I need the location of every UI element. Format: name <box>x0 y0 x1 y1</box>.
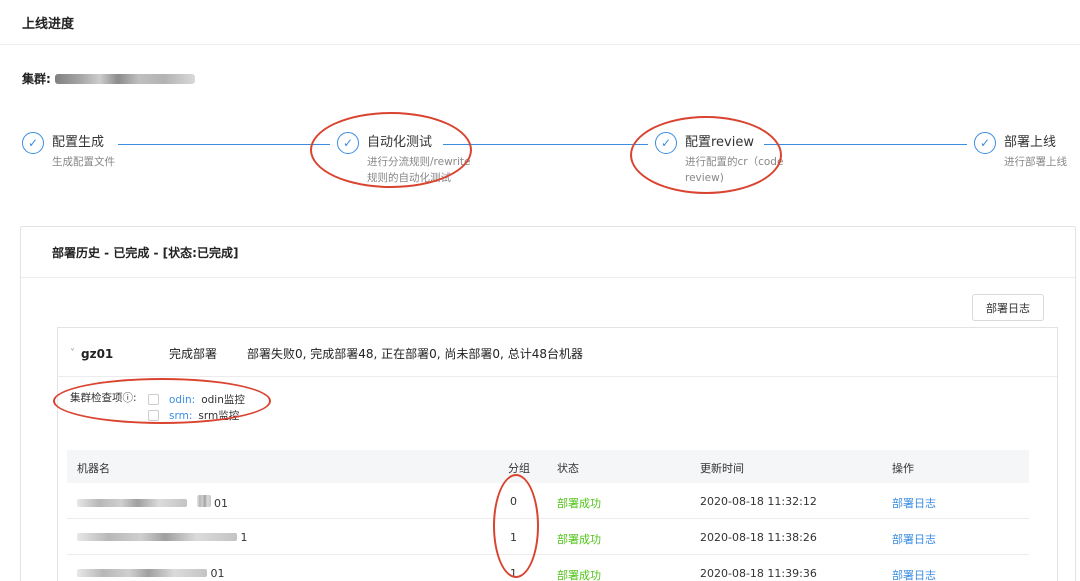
cluster-line: 集群: <box>22 70 195 87</box>
machine-name-tail: 01 <box>214 497 228 510</box>
machine-name: 01 <box>77 495 228 510</box>
step-config-generate: ✓ 配置生成 生成配置文件 <box>22 132 115 170</box>
check-item-srm: srm: srm监控 <box>148 408 239 423</box>
step-desc: 进行分流规则/rewrite <box>367 156 471 168</box>
panel-divider <box>21 277 1075 278</box>
step-desc: 进行部署上线 <box>1004 156 1067 168</box>
check-icon: ✓ <box>22 132 44 154</box>
machine-name-tail: 1 <box>240 531 248 544</box>
group-header[interactable]: ˅ gz01 完成部署 部署失败0, 完成部署48, 正在部署0, 尚未部署0,… <box>70 345 583 362</box>
step-desc: review) <box>685 172 724 184</box>
row-log-link[interactable]: 部署日志 <box>892 567 936 581</box>
check-item-odin: odin: odin监控 <box>148 392 245 407</box>
panel-title: 部署历史 - 已完成 - [状态:已完成] <box>52 246 239 260</box>
check-key[interactable]: odin: <box>169 394 195 406</box>
deploy-log-button[interactable]: 部署日志 <box>972 294 1044 321</box>
row-status: 部署成功 <box>557 569 601 581</box>
machine-name-redacted <box>77 499 187 507</box>
row-log-link[interactable]: 部署日志 <box>892 531 936 547</box>
row-time: 2020-08-18 11:38:26 <box>700 531 817 544</box>
step-connector <box>118 144 330 145</box>
col-status: 状态 <box>557 462 579 475</box>
step-desc: 生成配置文件 <box>52 156 115 168</box>
title-divider <box>0 44 1080 45</box>
row-group: 1 <box>510 567 517 580</box>
row-group: 1 <box>510 531 517 544</box>
step-title: 配置生成 <box>52 135 105 150</box>
row-status: 部署成功 <box>557 497 601 510</box>
group-summary: 部署失败0, 完成部署48, 正在部署0, 尚未部署0, 总计48台机器 <box>247 347 583 361</box>
step-title: 配置review <box>685 135 754 150</box>
checkbox[interactable] <box>148 410 159 421</box>
row-status: 部署成功 <box>557 533 601 546</box>
check-icon: ✓ <box>337 132 359 154</box>
step-desc: 规则的自动化测试 <box>367 172 451 184</box>
check-icon: ✓ <box>974 132 996 154</box>
step-auto-test: ✓ 自动化测试 进行分流规则/rewrite 规则的自动化测试 <box>337 132 470 186</box>
col-group: 分组 <box>508 462 530 475</box>
table-row: 01 0 部署成功 2020-08-18 11:32:12 部署日志 <box>67 483 1029 519</box>
row-log-link[interactable]: 部署日志 <box>892 495 936 511</box>
step-connector <box>443 144 648 145</box>
col-name: 机器名 <box>77 462 110 475</box>
check-icon: ✓ <box>655 132 677 154</box>
step-desc: 进行配置的cr（code <box>685 156 784 168</box>
cluster-name-redacted <box>54 73 195 84</box>
row-time: 2020-08-18 11:32:12 <box>700 495 817 508</box>
table-row: 1 1 部署成功 2020-08-18 11:38:26 部署日志 <box>67 519 1029 555</box>
step-title: 部署上线 <box>1004 135 1057 150</box>
check-value: srm监控 <box>198 410 240 422</box>
group-divider <box>58 376 1057 377</box>
chevron-down-icon[interactable]: ˅ <box>70 348 75 359</box>
check-key[interactable]: srm: <box>169 410 192 422</box>
machine-name-redacted <box>77 569 207 577</box>
machine-name-tail: 01 <box>210 567 225 580</box>
step-title: 自动化测试 <box>367 135 433 150</box>
cluster-label: 集群: <box>22 72 51 86</box>
checks-label: 集群检查项ⓘ: <box>70 392 137 404</box>
page-title: 上线进度 <box>22 17 75 32</box>
step-config-review: ✓ 配置review 进行配置的cr（code review) <box>655 132 783 186</box>
table-row: 01 1 部署成功 2020-08-18 11:39:36 部署日志 <box>67 555 1029 581</box>
row-group: 0 <box>510 495 517 508</box>
step-connector <box>764 144 967 145</box>
row-time: 2020-08-18 11:39:36 <box>700 567 817 580</box>
checkbox[interactable] <box>148 394 159 405</box>
machine-name: 01 <box>77 567 225 580</box>
step-deploy: ✓ 部署上线 进行部署上线 <box>974 132 1067 170</box>
table-header: 机器名 分组 状态 更新时间 操作 <box>67 450 1029 483</box>
machine-name: 1 <box>77 531 248 544</box>
check-value: odin监控 <box>201 394 245 406</box>
group-status: 完成部署 <box>169 347 218 361</box>
col-action: 操作 <box>892 462 914 475</box>
machine-name-redacted <box>77 533 237 541</box>
group-name: gz01 <box>81 346 114 361</box>
col-time: 更新时间 <box>700 462 744 475</box>
